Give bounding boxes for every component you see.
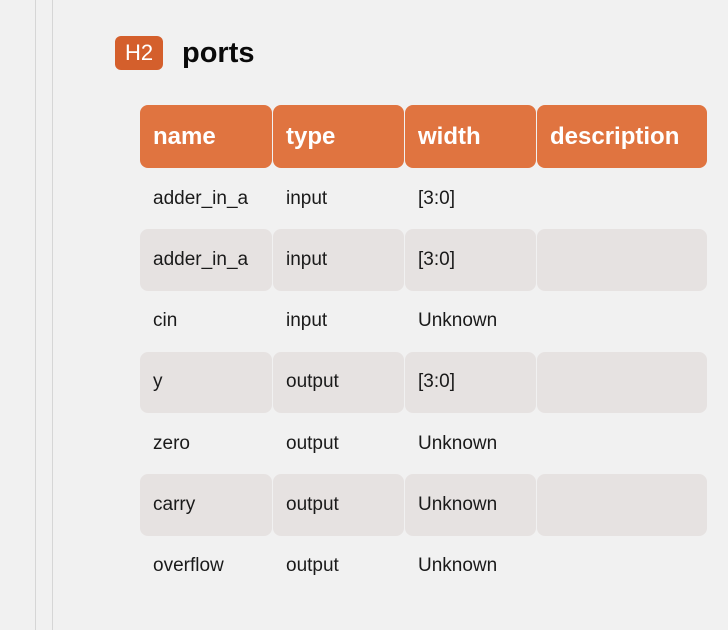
table-row: adder_in_a input [3:0]: [140, 229, 708, 291]
cell-width: Unknown: [418, 555, 498, 577]
table-row: cin input Unknown: [140, 291, 708, 352]
cell-width: [3:0]: [405, 351, 536, 413]
left-margin-line: [35, 0, 36, 630]
cell-description: [537, 229, 707, 291]
cell-name: overflow: [153, 555, 224, 577]
column-header-width: width: [405, 105, 536, 168]
table-row: adder_in_a input [3:0]: [140, 168, 708, 229]
column-header-name: name: [140, 105, 272, 168]
cell-width: [3:0]: [418, 187, 455, 209]
section-heading: H2 ports: [115, 36, 255, 70]
table-row: zero output Unknown: [140, 413, 708, 474]
cell-type: input: [286, 310, 328, 332]
column-header-description: description: [537, 105, 707, 168]
cell-description: [537, 474, 707, 536]
cell-name: cin: [153, 310, 178, 332]
cell-width: [3:0]: [405, 229, 536, 291]
cell-type: input: [286, 187, 328, 209]
table-row: overflow output Unknown: [140, 536, 708, 597]
cell-description: [537, 413, 707, 474]
section-title: ports: [182, 37, 255, 69]
cell-type: output: [273, 351, 404, 413]
cell-width: Unknown: [418, 310, 498, 332]
cell-name: carry: [140, 474, 272, 536]
column-header-type: type: [273, 105, 404, 168]
cell-name: zero: [153, 432, 190, 454]
left-margin-line-inner: [52, 0, 53, 630]
cell-width: Unknown: [418, 432, 498, 454]
cell-width: Unknown: [405, 474, 536, 536]
cell-description: [537, 168, 707, 229]
cell-type: output: [286, 432, 339, 454]
heading-level-badge: H2: [115, 36, 163, 70]
ports-table: name type width description adder_in_a i…: [140, 105, 708, 597]
table-header-row: name type width description: [140, 105, 708, 168]
cell-name: y: [140, 351, 272, 413]
table-row: y output [3:0]: [140, 351, 708, 413]
cell-description: [537, 291, 707, 352]
cell-type: input: [273, 229, 404, 291]
cell-type: output: [286, 555, 339, 577]
cell-description: [537, 536, 707, 597]
cell-type: output: [273, 474, 404, 536]
cell-name: adder_in_a: [140, 229, 272, 291]
cell-name: adder_in_a: [153, 187, 249, 209]
cell-description: [537, 351, 707, 413]
table-row: carry output Unknown: [140, 474, 708, 536]
